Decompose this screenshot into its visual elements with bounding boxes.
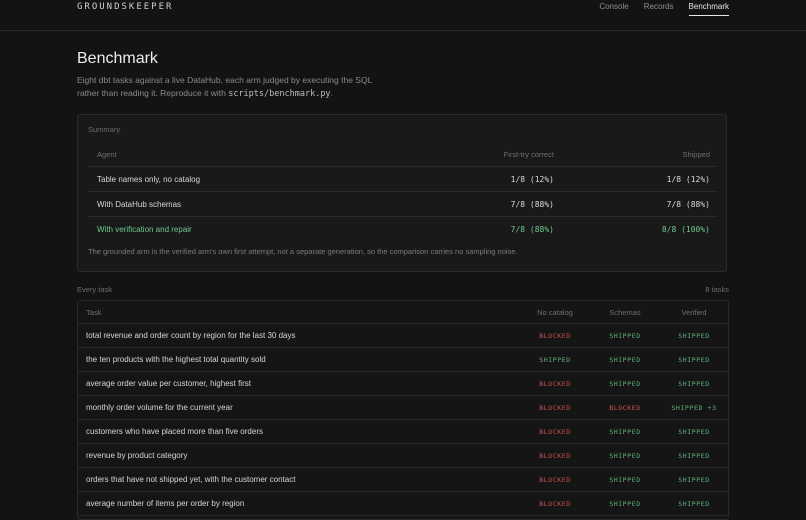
status-badge-no-catalog: BLOCKED — [539, 380, 571, 388]
header-verified: Verified — [681, 308, 707, 317]
header-schemas: Schemas — [609, 308, 641, 317]
top-bar: GROUNDSKEEPER Console Records Benchmark — [0, 0, 806, 31]
agent-name: With DataHub schemas — [97, 200, 182, 209]
task-description: average number of items per order by reg… — [86, 499, 245, 508]
main-nav: Console Records Benchmark — [599, 2, 729, 16]
script-path: scripts/benchmark.py — [228, 89, 331, 99]
nav-console[interactable]: Console — [599, 2, 628, 16]
summary-footnote: The grounded arm is the verified arm's o… — [88, 247, 518, 256]
task-description: average order value per customer, highes… — [86, 379, 251, 388]
page-title: Benchmark — [77, 50, 158, 67]
shipped-value: 8/8 (100%) — [661, 225, 710, 234]
intro-paragraph: Eight dbt tasks against a live DataHub, … — [77, 74, 377, 101]
task-description: total revenue and order count by region … — [86, 331, 296, 340]
brand-logo[interactable]: GROUNDSKEEPER — [77, 2, 173, 12]
status-badge-no-catalog: BLOCKED — [539, 332, 571, 340]
summary-row: With DataHub schemas 7/8 (88%) 7/8 (88%) — [88, 192, 718, 217]
task-row: total revenue and order count by region … — [78, 324, 728, 348]
header-first-try: First-try correct — [503, 150, 554, 159]
status-badge-verified: SHIPPED — [678, 356, 710, 364]
nav-benchmark[interactable]: Benchmark — [688, 2, 729, 16]
agent-name: With verification and repair — [97, 225, 192, 234]
nav-records[interactable]: Records — [644, 2, 674, 16]
header-task: Task — [86, 308, 102, 317]
status-badge-schemas: BLOCKED — [609, 404, 641, 412]
intro-end: . — [330, 88, 333, 98]
tasks-table: Task No catalog Schemas Verified total r… — [77, 300, 729, 520]
status-badge-verified: SHIPPED +3 — [671, 404, 717, 412]
status-badge-no-catalog: BLOCKED — [539, 404, 571, 412]
summary-row: Table names only, no catalog 1/8 (12%) 1… — [88, 167, 718, 192]
status-badge-no-catalog: SHIPPED — [539, 356, 571, 364]
status-badge-verified: SHIPPED — [678, 476, 710, 484]
status-badge-schemas: SHIPPED — [609, 452, 641, 460]
tasks-section-label: Every task — [77, 285, 113, 294]
header-shipped: Shipped — [682, 150, 710, 159]
status-badge-schemas: SHIPPED — [609, 356, 641, 364]
status-badge-no-catalog: BLOCKED — [539, 476, 571, 484]
header-no-catalog: No catalog — [537, 308, 573, 317]
task-row: average number of items per order by reg… — [78, 492, 728, 516]
status-badge-verified: SHIPPED — [678, 332, 710, 340]
task-row: the ten products with the highest total … — [78, 348, 728, 372]
tasks-count: 8 tasks — [705, 285, 729, 294]
agent-name: Table names only, no catalog — [97, 175, 201, 184]
status-badge-no-catalog: BLOCKED — [539, 500, 571, 508]
tasks-header-row: Task No catalog Schemas Verified — [78, 301, 728, 324]
task-description: customers who have placed more than five… — [86, 427, 263, 436]
status-badge-verified: SHIPPED — [678, 452, 710, 460]
task-row: monthly order volume for the current yea… — [78, 396, 728, 420]
task-row: average order value per customer, highes… — [78, 372, 728, 396]
status-badge-schemas: SHIPPED — [609, 476, 641, 484]
status-badge-verified: SHIPPED — [678, 380, 710, 388]
status-badge-schemas: SHIPPED — [609, 428, 641, 436]
status-badge-schemas: SHIPPED — [609, 500, 641, 508]
first-try-value: 7/8 (88%) — [510, 200, 554, 209]
task-description: orders that have not shipped yet, with t… — [86, 475, 296, 484]
status-badge-verified: SHIPPED — [678, 428, 710, 436]
shipped-value: 7/8 (88%) — [666, 200, 710, 209]
summary-header-row: Agent First-try correct Shipped — [88, 142, 718, 167]
status-badge-no-catalog: BLOCKED — [539, 452, 571, 460]
task-description: monthly order volume for the current yea… — [86, 403, 233, 412]
summary-row-highlighted: With verification and repair 7/8 (88%) 8… — [88, 217, 718, 242]
summary-card: Summary Agent First-try correct Shipped … — [77, 114, 727, 272]
header-agent: Agent — [97, 150, 117, 159]
task-row: orders that have not shipped yet, with t… — [78, 468, 728, 492]
shipped-value: 1/8 (12%) — [666, 175, 710, 184]
first-try-value: 7/8 (88%) — [510, 225, 554, 234]
task-description: the ten products with the highest total … — [86, 355, 266, 364]
summary-label: Summary — [88, 125, 121, 134]
status-badge-schemas: SHIPPED — [609, 332, 641, 340]
task-row: customers who have placed more than five… — [78, 420, 728, 444]
task-description: revenue by product category — [86, 451, 188, 460]
status-badge-no-catalog: BLOCKED — [539, 428, 571, 436]
first-try-value: 1/8 (12%) — [510, 175, 554, 184]
status-badge-schemas: SHIPPED — [609, 380, 641, 388]
task-row: revenue by product category BLOCKED SHIPPE… — [78, 444, 728, 468]
status-badge-verified: SHIPPED — [678, 500, 710, 508]
